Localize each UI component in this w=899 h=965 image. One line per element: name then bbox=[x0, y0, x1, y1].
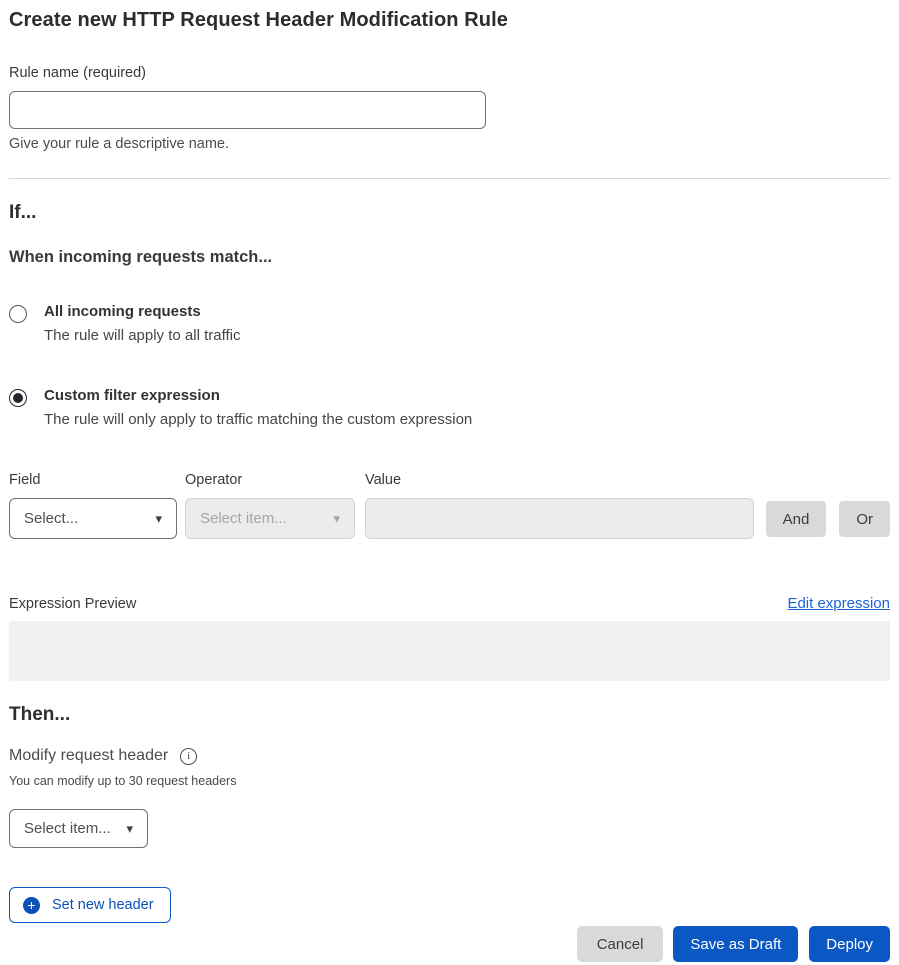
save-as-draft-button[interactable]: Save as Draft bbox=[673, 926, 798, 962]
expression-builder-row: Field Select... ▾ Operator Select item..… bbox=[9, 472, 890, 539]
match-subheading: When incoming requests match... bbox=[9, 248, 890, 267]
modify-header-label: Modify request header bbox=[9, 747, 168, 765]
field-label: Field bbox=[9, 472, 177, 488]
radio-all-requests[interactable] bbox=[9, 305, 27, 323]
radio-option-custom-expression[interactable]: Custom filter expression The rule will o… bbox=[9, 387, 890, 428]
expression-preview-box bbox=[9, 621, 890, 681]
operator-label: Operator bbox=[185, 472, 355, 488]
header-item-select[interactable]: Select item... ▾ bbox=[9, 809, 148, 848]
deploy-button[interactable]: Deploy bbox=[809, 926, 890, 962]
radio-custom-expression[interactable] bbox=[9, 389, 27, 407]
radio-custom-expression-texts: Custom filter expression The rule will o… bbox=[44, 387, 472, 428]
or-button[interactable]: Or bbox=[839, 501, 890, 537]
header-item-select-value: Select item... bbox=[24, 820, 111, 837]
rule-name-help: Give your rule a descriptive name. bbox=[9, 136, 890, 152]
then-heading: Then... bbox=[9, 704, 890, 726]
radio-all-requests-texts: All incoming requests The rule will appl… bbox=[44, 303, 240, 344]
page-title: Create new HTTP Request Header Modificat… bbox=[9, 9, 890, 32]
radio-custom-expression-description: The rule will only apply to traffic matc… bbox=[44, 411, 472, 428]
rule-name-input[interactable] bbox=[9, 91, 486, 129]
value-input bbox=[365, 498, 754, 539]
chevron-down-icon: ▾ bbox=[333, 511, 340, 527]
chevron-down-icon: ▾ bbox=[155, 511, 162, 527]
set-new-header-label: Set new header bbox=[52, 897, 154, 913]
chevron-down-icon: ▾ bbox=[126, 821, 133, 837]
radio-all-requests-description: The rule will apply to all traffic bbox=[44, 327, 240, 344]
value-column: Value bbox=[365, 472, 754, 539]
modify-header-row: Modify request header i bbox=[9, 747, 890, 765]
radio-all-requests-label[interactable]: All incoming requests bbox=[44, 303, 240, 320]
operator-column: Operator Select item... ▾ bbox=[185, 472, 355, 539]
radio-option-all-requests[interactable]: All incoming requests The rule will appl… bbox=[9, 303, 890, 344]
cancel-button[interactable]: Cancel bbox=[577, 926, 664, 962]
field-select[interactable]: Select... ▾ bbox=[9, 498, 177, 539]
section-divider bbox=[9, 178, 890, 179]
radio-custom-expression-label[interactable]: Custom filter expression bbox=[44, 387, 472, 404]
info-icon[interactable]: i bbox=[180, 748, 197, 765]
footer-actions: Cancel Save as Draft Deploy bbox=[9, 926, 890, 962]
edit-expression-link[interactable]: Edit expression bbox=[787, 595, 890, 612]
if-heading: If... bbox=[9, 202, 890, 224]
rule-name-label: Rule name (required) bbox=[9, 65, 890, 81]
and-button[interactable]: And bbox=[766, 501, 827, 537]
rule-form: Create new HTTP Request Header Modificat… bbox=[0, 9, 899, 962]
field-select-value: Select... bbox=[24, 510, 78, 527]
expression-preview-label: Expression Preview bbox=[9, 596, 136, 612]
field-column: Field Select... ▾ bbox=[9, 472, 177, 539]
plus-icon: + bbox=[23, 897, 40, 914]
set-new-header-button[interactable]: + Set new header bbox=[9, 887, 171, 923]
expression-preview-row: Expression Preview Edit expression bbox=[9, 595, 890, 612]
value-label: Value bbox=[365, 472, 754, 488]
operator-select-value: Select item... bbox=[200, 510, 287, 527]
operator-select: Select item... ▾ bbox=[185, 498, 355, 539]
modify-header-help: You can modify up to 30 request headers bbox=[9, 774, 890, 788]
